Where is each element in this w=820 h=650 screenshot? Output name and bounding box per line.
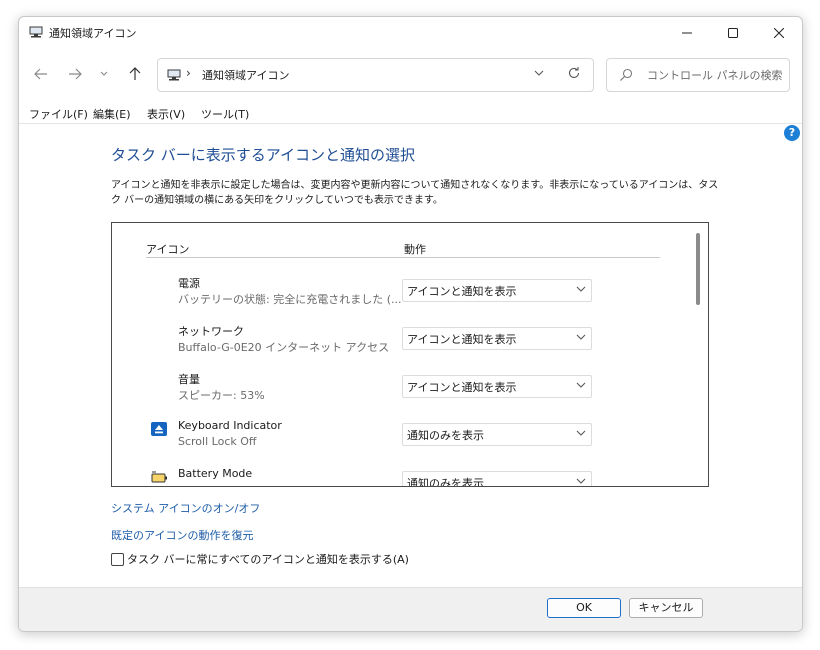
action-dropdown-battery-mode[interactable]: 通知のみを表示 <box>402 471 592 487</box>
arrow-up-icon <box>129 67 141 80</box>
title-bar: 通知領域アイコン <box>19 17 802 49</box>
item-status: スピーカー: 53% <box>178 389 265 402</box>
address-dropdown-button[interactable] <box>534 67 544 82</box>
dropdown-value: アイコンと通知を表示 <box>407 381 517 394</box>
column-header-icon: アイコン <box>146 243 190 256</box>
close-button[interactable] <box>756 17 802 49</box>
keyboard-indicator-icon <box>151 422 167 436</box>
chevron-down-icon <box>576 334 586 340</box>
dropdown-value: アイコンと通知を表示 <box>407 333 517 346</box>
search-icon <box>620 68 633 81</box>
list-item-keyboard-indicator: Keyboard Indicator Scroll Lock Off 通知のみを… <box>112 415 692 461</box>
up-button[interactable] <box>123 63 147 85</box>
search-input[interactable] <box>645 65 784 85</box>
breadcrumb-separator[interactable]: › <box>186 66 191 80</box>
dropdown-value: 通知のみを表示 <box>407 477 484 487</box>
action-dropdown-power[interactable]: アイコンと通知を表示 <box>402 279 592 302</box>
list-item-power: 電源 バッテリーの状態: 完全に充電されました (... アイコンと通知を表示 <box>112 271 692 317</box>
dropdown-value: アイコンと通知を表示 <box>407 285 517 298</box>
chevron-down-icon <box>576 382 586 388</box>
cancel-button[interactable]: キャンセル <box>629 598 703 618</box>
item-status: Buffalo-G-0E20 インターネット アクセス <box>178 341 390 354</box>
chevron-down-icon <box>534 70 544 76</box>
back-button[interactable] <box>29 63 53 85</box>
page-description: アイコンと通知を非表示に設定した場合は、変更内容や更新内容について通知されなくな… <box>111 180 719 206</box>
show-all-icons-checkbox[interactable] <box>111 553 124 566</box>
list-item-network: ネットワーク Buffalo-G-0E20 インターネット アクセス アイコンと… <box>112 319 692 365</box>
item-name: Battery Mode <box>178 467 253 480</box>
search-box[interactable] <box>606 58 790 92</box>
forward-button[interactable] <box>63 63 87 85</box>
battery-icon <box>151 471 167 483</box>
maximize-button[interactable] <box>710 17 756 49</box>
system-icons-link[interactable]: システム アイコンのオン/オフ <box>111 500 260 516</box>
recent-locations-button[interactable] <box>95 63 113 85</box>
item-status: バッテリーの状態: 完全に充電されました (... <box>178 293 402 306</box>
navigation-bar: › 通知領域アイコン <box>19 57 802 93</box>
list-item-battery-mode: Battery Mode 通知のみを表示 <box>112 463 692 487</box>
minimize-button[interactable] <box>664 17 710 49</box>
window-title: 通知領域アイコン <box>49 27 137 40</box>
help-icon[interactable]: ? <box>784 125 800 141</box>
item-name: Keyboard Indicator <box>178 419 282 432</box>
item-name: 音量 <box>178 373 200 386</box>
restore-defaults-link[interactable]: 既定のアイコンの動作を復元 <box>111 527 253 543</box>
chevron-down-icon <box>100 71 108 76</box>
menu-view[interactable]: 表示(V) <box>147 106 185 122</box>
item-name: 電源 <box>178 277 200 290</box>
column-header-action: 動作 <box>404 243 426 256</box>
menu-file[interactable]: ファイル(F) <box>29 106 88 122</box>
menu-bar: ファイル(F) 編集(E) 表示(V) ツール(T) <box>19 103 802 124</box>
list-scrollbar[interactable] <box>696 233 700 305</box>
refresh-button[interactable] <box>567 66 581 83</box>
dropdown-value: 通知のみを表示 <box>407 429 484 442</box>
header-divider <box>146 257 660 258</box>
computer-icon <box>29 26 43 38</box>
computer-icon <box>167 69 181 81</box>
chevron-down-icon <box>576 478 586 484</box>
action-dropdown-volume[interactable]: アイコンと通知を表示 <box>402 375 592 398</box>
refresh-icon <box>568 67 580 79</box>
dialog-footer: OK キャンセル <box>19 587 802 631</box>
notification-icon-list: アイコン 動作 電源 バッテリーの状態: 完全に充電されました (... アイコ… <box>111 222 709 487</box>
address-bar[interactable]: › 通知領域アイコン <box>157 58 594 92</box>
control-panel-window: 通知領域アイコン › 通知領域アイコン コントロール パネルの検索 ファイル(F… <box>18 16 803 632</box>
menu-edit[interactable]: 編集(E) <box>93 106 131 122</box>
show-all-icons-label[interactable]: タスク バーに常にすべてのアイコンと通知を表示する(A) <box>127 551 409 567</box>
breadcrumb[interactable]: 通知領域アイコン <box>202 67 289 83</box>
action-dropdown-network[interactable]: アイコンと通知を表示 <box>402 327 592 350</box>
close-icon <box>774 28 784 38</box>
arrow-right-icon <box>69 68 82 80</box>
minimize-icon <box>682 32 692 34</box>
maximize-icon <box>728 28 738 38</box>
menu-tools[interactable]: ツール(T) <box>201 106 249 122</box>
ok-button[interactable]: OK <box>547 598 621 618</box>
page-title: タスク バーに表示するアイコンと通知の選択 <box>111 146 416 164</box>
list-item-volume: 音量 スピーカー: 53% アイコンと通知を表示 <box>112 367 692 413</box>
action-dropdown-keyboard-indicator[interactable]: 通知のみを表示 <box>402 423 592 446</box>
arrow-left-icon <box>34 68 47 80</box>
item-status: Scroll Lock Off <box>178 435 257 448</box>
chevron-down-icon <box>576 430 586 436</box>
item-name: ネットワーク <box>178 325 244 338</box>
chevron-down-icon <box>576 286 586 292</box>
